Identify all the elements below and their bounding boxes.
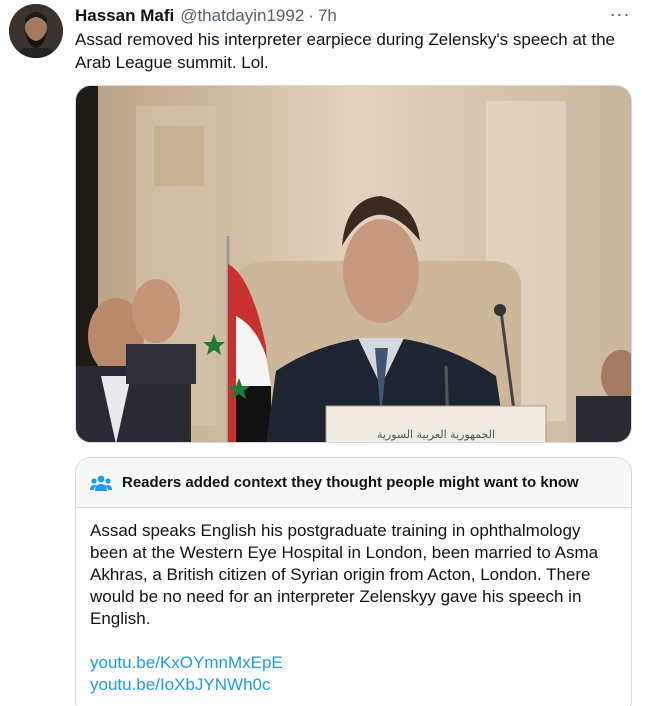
community-note-text: Assad speaks English his postgraduate tr… <box>90 521 599 628</box>
avatar[interactable] <box>9 4 63 58</box>
source-link[interactable]: youtu.be/IoXbJYNWh0c <box>90 674 617 696</box>
community-note: Readers added context they thought peopl… <box>75 457 632 706</box>
timestamp[interactable]: 7h <box>318 6 337 26</box>
people-icon <box>90 475 112 491</box>
tweet-photo[interactable]: الجمهورية العربية السورية <box>75 85 632 443</box>
community-note-title: Readers added context they thought peopl… <box>122 474 579 491</box>
community-note-header: Readers added context they thought peopl… <box>76 458 631 508</box>
photo-illustration: الجمهورية العربية السورية <box>76 86 631 442</box>
community-note-body: Assad speaks English his postgraduate tr… <box>76 508 631 696</box>
author-handle[interactable]: @thatdayin1992 <box>180 6 304 26</box>
tweet-header: Hassan Mafi @thatdayin1992 · 7h ··· <box>75 4 632 28</box>
community-note-links: youtu.be/KxOYmnMxEpE youtu.be/IoXbJYNWh0… <box>90 652 617 696</box>
tweet-text: Assad removed his interpreter earpiece d… <box>75 30 615 72</box>
source-link[interactable]: youtu.be/KxOYmnMxEpE <box>90 652 617 674</box>
author-name[interactable]: Hassan Mafi <box>75 6 174 26</box>
avatar-image <box>9 4 63 58</box>
separator: · <box>308 6 314 25</box>
more-horizontal-icon[interactable]: ··· <box>608 4 632 28</box>
placard-text: الجمهورية العربية السورية <box>377 428 495 441</box>
